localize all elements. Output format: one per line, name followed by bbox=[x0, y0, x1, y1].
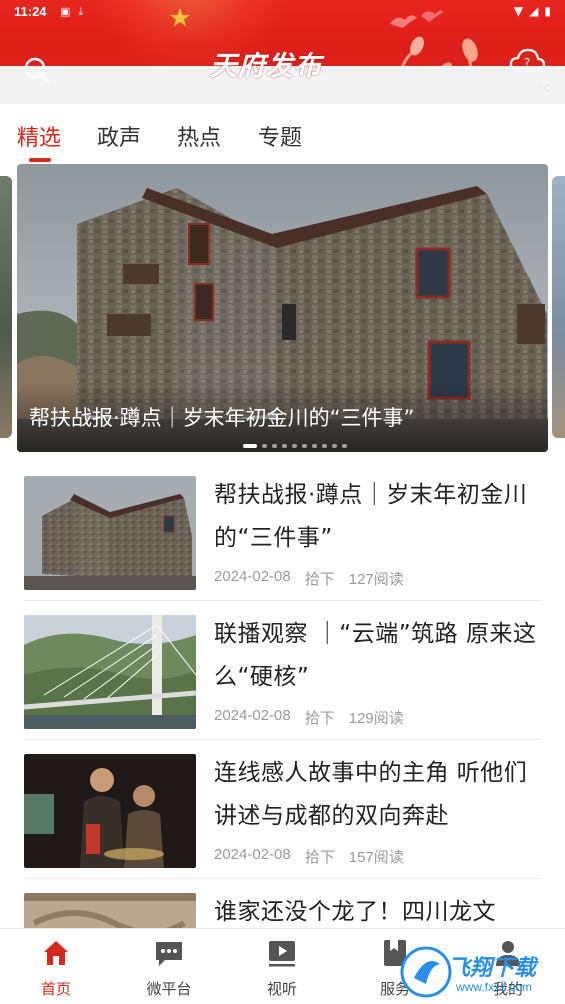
news-title: 帮扶战报·蹲点｜岁末年初金川的“三件事” bbox=[214, 482, 528, 551]
category-tabs: 精选 政声 热点 专题 bbox=[0, 104, 565, 164]
nav-audio-video[interactable]: 视听 bbox=[237, 929, 327, 1004]
news-item[interactable]: 联播观察 ｜“云端”筑路 原来这么“硬核” 2024-02-08 拾下 129阅… bbox=[24, 601, 541, 740]
app-header: 11:24 ▣ ⤓ ▼ ◢ ▮ 天府发布 ? °C bbox=[0, 0, 565, 104]
notification-icon: ▣ bbox=[60, 5, 71, 18]
watermark-text: 飞翔下载 bbox=[448, 956, 537, 981]
nav-label: 首页 bbox=[40, 980, 71, 998]
tab-featured[interactable]: 精选 bbox=[17, 120, 61, 152]
play-icon bbox=[269, 941, 295, 967]
carousel-dot bbox=[262, 444, 267, 448]
app-logo: 天府发布 bbox=[210, 51, 322, 82]
carousel-dot bbox=[282, 444, 287, 448]
wifi-icon: ▼ bbox=[513, 4, 524, 18]
carousel-dot bbox=[243, 444, 257, 448]
news-source: 拾下 bbox=[304, 849, 335, 866]
signal-icon: ◢ bbox=[529, 4, 539, 18]
chat-icon bbox=[156, 942, 182, 966]
carousel-dot bbox=[312, 444, 317, 448]
news-meta: 2024-02-08 拾下 157阅读 bbox=[214, 846, 404, 867]
carousel-caption: 帮扶战报·蹲点｜岁末年初金川的“三件事” bbox=[29, 406, 415, 430]
news-title: 联播观察 ｜“云端”筑路 原来这么“硬核” bbox=[214, 621, 537, 690]
news-read-count: 157阅读 bbox=[348, 849, 404, 866]
nav-micro-platform[interactable]: 微平台 bbox=[124, 929, 214, 1004]
tab-topics[interactable]: 专题 bbox=[258, 120, 302, 152]
carousel-dot bbox=[322, 444, 327, 448]
news-read-count: 129阅读 bbox=[348, 710, 404, 727]
carousel-prev-slide[interactable] bbox=[0, 176, 12, 438]
download-site-watermark: 飞翔下载 www.fxxz.com bbox=[398, 940, 565, 1004]
carousel-dot bbox=[332, 444, 337, 448]
weather-temperature: °C bbox=[537, 82, 551, 95]
news-read-count: 127阅读 bbox=[348, 571, 404, 588]
nav-home[interactable]: 首页 bbox=[11, 929, 101, 1004]
battery-icon: ▮ bbox=[544, 4, 551, 18]
news-thumbnail bbox=[24, 476, 196, 590]
news-meta: 2024-02-08 拾下 129阅读 bbox=[214, 707, 404, 728]
status-bar: 11:24 ▣ ⤓ ▼ ◢ ▮ bbox=[0, 0, 565, 26]
news-item[interactable]: 帮扶战报·蹲点｜岁末年初金川的“三件事” 2024-02-08 拾下 127阅读 bbox=[24, 462, 541, 601]
news-title: 连线感人故事中的主角 听他们讲述与成都的双向奔赴 bbox=[214, 760, 528, 829]
nav-label: 微平台 bbox=[146, 980, 192, 998]
carousel-dot bbox=[272, 444, 277, 448]
news-date: 2024-02-08 bbox=[214, 707, 291, 724]
nav-label: 视听 bbox=[266, 980, 297, 998]
news-source: 拾下 bbox=[304, 710, 335, 727]
tab-politics[interactable]: 政声 bbox=[97, 120, 141, 152]
carousel-dot bbox=[342, 444, 347, 448]
home-icon bbox=[44, 941, 68, 965]
banner-carousel[interactable]: 帮扶战报·蹲点｜岁末年初金川的“三件事” bbox=[0, 164, 565, 454]
carousel-dot bbox=[292, 444, 297, 448]
carousel-dot bbox=[302, 444, 307, 448]
svg-text:?: ? bbox=[524, 56, 530, 70]
carousel-indicators bbox=[243, 444, 347, 448]
news-item[interactable]: 连线感人故事中的主角 听他们讲述与成都的双向奔赴 2024-02-08 拾下 1… bbox=[24, 740, 541, 879]
status-time: 11:24 bbox=[14, 4, 47, 19]
news-thumbnail bbox=[24, 754, 196, 868]
tab-hot[interactable]: 热点 bbox=[177, 120, 221, 152]
watermark-url: www.fxxz.com bbox=[456, 980, 533, 994]
active-tab-indicator bbox=[29, 158, 51, 162]
download-icon: ⤓ bbox=[78, 5, 84, 18]
news-thumbnail bbox=[24, 615, 196, 729]
news-source: 拾下 bbox=[304, 571, 335, 588]
carousel-next-slide[interactable] bbox=[552, 176, 565, 438]
news-meta: 2024-02-08 拾下 127阅读 bbox=[214, 568, 404, 589]
search-icon[interactable] bbox=[22, 55, 52, 85]
news-date: 2024-02-08 bbox=[214, 568, 291, 585]
news-date: 2024-02-08 bbox=[214, 846, 291, 863]
emblem-icon bbox=[170, 8, 190, 27]
carousel-slide[interactable]: 帮扶战报·蹲点｜岁末年初金川的“三件事” bbox=[17, 164, 548, 452]
